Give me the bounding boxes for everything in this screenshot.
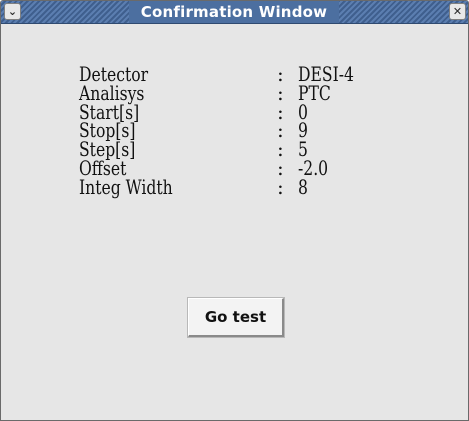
parameter-label: Integ Width [79,174,173,199]
title-bar[interactable]: ⌄ Confirmation Window ✕ [1,1,468,24]
go-test-label: Go test [204,308,267,326]
go-test-button[interactable]: Go test [188,298,284,337]
window-menu-button[interactable]: ⌄ [4,3,21,20]
close-icon: ✕ [452,5,463,18]
parameter-value: 8 [298,174,308,199]
parameter-separator: : [277,174,284,199]
chevron-down-icon: ⌄ [7,5,18,18]
confirmation-window: ⌄ Confirmation Window ✕ Detector : DESI-… [0,0,469,421]
close-button[interactable]: ✕ [449,3,466,20]
window-title: Confirmation Window [140,3,328,21]
